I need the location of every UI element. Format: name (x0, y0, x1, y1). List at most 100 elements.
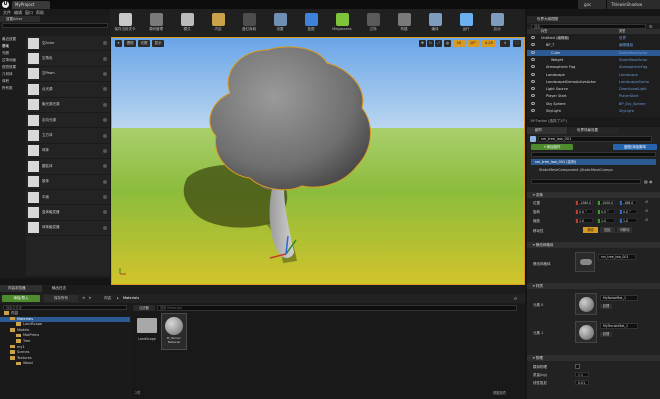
maximize-viewport-icon[interactable]: ⛶ (513, 40, 521, 47)
help-icon[interactable] (103, 118, 107, 123)
toolbar-button-9[interactable]: 构建 (391, 13, 417, 32)
visibility-eye-icon[interactable] (531, 109, 535, 112)
material-tile[interactable]: M_Terrain Material (161, 313, 187, 350)
category-item[interactable]: 所有类 (0, 85, 26, 92)
actor-name-field[interactable]: sm_tree_low_001 (538, 136, 652, 142)
placeable-item[interactable]: 锥体 (26, 175, 110, 190)
visibility-eye-icon[interactable] (531, 101, 535, 105)
visibility-eye-icon[interactable] (531, 57, 535, 61)
category-item[interactable]: 最近放置 (0, 36, 26, 43)
placeable-item[interactable]: 空Actor (26, 36, 110, 52)
placeable-item[interactable]: 盒体触发器 (26, 205, 110, 221)
camera-speed-value[interactable]: 4 (500, 40, 510, 47)
visibility-eye-icon[interactable] (531, 36, 535, 39)
outliner-row[interactable]: SkyLight SkyLight (527, 108, 660, 114)
placeable-item[interactable]: 球体 (26, 144, 110, 160)
add-component-button[interactable]: +添加组件 (531, 144, 573, 150)
path-current[interactable]: Materials (123, 295, 139, 302)
outliner-row[interactable]: Light Source DirectionalLight (527, 86, 660, 92)
asset-search-input[interactable]: 搜索 Materials (157, 305, 517, 311)
category-item[interactable]: 基础 (0, 43, 26, 50)
transform-z-field[interactable]: -168.0 (619, 200, 637, 205)
show-button[interactable]: 显示 (152, 40, 164, 47)
help-icon[interactable] (103, 133, 107, 138)
help-icon[interactable] (103, 179, 107, 184)
lit-button[interactable]: 光照 (138, 40, 150, 47)
history-icon[interactable]: ⟳ (514, 295, 517, 302)
mobility-stationary-button[interactable]: 固定 (600, 227, 615, 233)
outliner-row[interactable]: BP_T 编辑器组 (527, 42, 660, 48)
placeable-item[interactable]: 空Pawn (26, 67, 110, 83)
static-mesh-section[interactable]: ▾ 静态网格体 (527, 242, 660, 248)
help-icon[interactable] (103, 87, 107, 92)
menu-file[interactable]: 文件 (3, 9, 11, 16)
placeable-item[interactable]: 圆柱体 (26, 159, 110, 175)
scale-tool-icon[interactable]: ⤢ (435, 40, 442, 47)
modes-tab[interactable]: 放置Actor (0, 16, 40, 22)
material-thumbnail[interactable] (575, 321, 597, 343)
component-search-input[interactable] (531, 152, 656, 157)
outliner-tab[interactable]: 世界大纲视图 (527, 16, 660, 23)
placeable-item[interactable]: 球体触发器 (26, 221, 110, 237)
outliner-row[interactable]: Untitled (编辑器) 世界 (527, 35, 660, 41)
content-browser-tab[interactable]: 内容浏览器 (0, 285, 42, 292)
outliner-row[interactable]: Weight StaticMeshActor (527, 57, 660, 63)
viewport-menu-button[interactable]: ▾ (115, 40, 122, 47)
instance-row[interactable]: sm_tree_low_001 (实例) (531, 159, 656, 165)
outliner-label-column[interactable]: 标签 (541, 29, 547, 34)
outliner-row[interactable]: Sky Sphere BP_Sky_Sphere (527, 101, 660, 107)
nav-back-icon[interactable]: ◂ (82, 295, 85, 302)
transform-y-field[interactable]: 1.0 (597, 218, 615, 223)
world-settings-tab[interactable]: 世界场景设置 (569, 127, 619, 134)
toolbar-button-7[interactable]: Megascans (329, 13, 355, 31)
simulate-physics-checkbox[interactable] (575, 364, 580, 369)
outliner-row[interactable]: Player Start PlayerStart (527, 93, 660, 99)
material-texture-button[interactable]: 纹理 (600, 332, 612, 337)
transform-section[interactable]: ▾ 变换 (527, 192, 660, 198)
save-all-button[interactable]: 保存所有 (44, 295, 78, 302)
view-options-button[interactable]: 视图选项 (493, 390, 506, 395)
visibility-eye-icon[interactable] (531, 65, 535, 69)
menu-edit[interactable]: 编辑 (14, 9, 22, 16)
add-import-button[interactable]: 添加/导入 (2, 295, 40, 302)
right-tab-gac[interactable]: gac (578, 0, 606, 9)
outliner-row[interactable]: Landscape Landscape (527, 72, 660, 78)
visibility-eye-icon[interactable] (531, 87, 535, 91)
reset-arrow-icon[interactable]: ↺ (645, 200, 648, 204)
visibility-eye-icon[interactable] (531, 72, 535, 76)
menu-window[interactable]: 窗口 (25, 9, 33, 16)
placeable-item[interactable]: 空角色 (26, 51, 110, 67)
nav-forward-icon[interactable]: ▸ (89, 295, 92, 302)
help-icon[interactable] (103, 148, 107, 153)
class-search-input[interactable] (2, 23, 108, 28)
level-viewport[interactable]: ▾ 透视 光照 显示 ✥ ↻ ⤢ ◍ 10 10° 0.25 4 ⛶ (111, 37, 525, 285)
mesh-thumbnail[interactable] (575, 252, 595, 272)
help-icon[interactable] (103, 71, 107, 76)
physics-section[interactable]: ▾ 物理 (527, 355, 660, 361)
rotation-snap-value[interactable]: 10° (467, 40, 479, 47)
material-texture-button[interactable]: 纹理 (600, 304, 612, 309)
transform-x-field[interactable]: -1380.0 (575, 200, 593, 205)
transform-y-field[interactable]: -1000.0 (597, 200, 615, 205)
toolbar-button-0[interactable]: 保存当前关卡 (112, 13, 138, 32)
visibility-eye-icon[interactable] (531, 79, 535, 83)
material-picker[interactable]: MyTerrainMat_1 (600, 323, 638, 329)
toolbar-button-12[interactable]: 启动 (484, 13, 510, 32)
path-root[interactable]: 内容 (104, 295, 111, 302)
component-row[interactable]: StaticMeshComponent (StaticMeshCompo (531, 167, 656, 173)
rotate-tool-icon[interactable]: ↻ (427, 40, 434, 47)
help-icon[interactable] (103, 195, 107, 200)
materials-section[interactable]: ▾ 材质 (527, 283, 660, 289)
grid-snap-value[interactable]: 10 (453, 40, 465, 47)
reset-arrow-icon[interactable]: ↺ (645, 218, 648, 222)
toolbar-button-5[interactable]: 设置 (267, 13, 293, 32)
translate-tool-icon[interactable]: ✥ (419, 40, 426, 47)
folder-tile[interactable]: LandScape (135, 314, 159, 350)
transform-z-field[interactable]: 1.0 (619, 218, 637, 223)
material-picker[interactable]: MyNoiseMat_1 (600, 295, 638, 301)
mobility-movable-button[interactable]: 可移动 (617, 227, 632, 233)
category-item[interactable]: 几何体 (0, 71, 26, 78)
visibility-eye-icon[interactable] (531, 50, 535, 54)
toolbar-button-2[interactable]: 模式 (174, 13, 200, 32)
visibility-eye-icon[interactable] (531, 94, 535, 98)
